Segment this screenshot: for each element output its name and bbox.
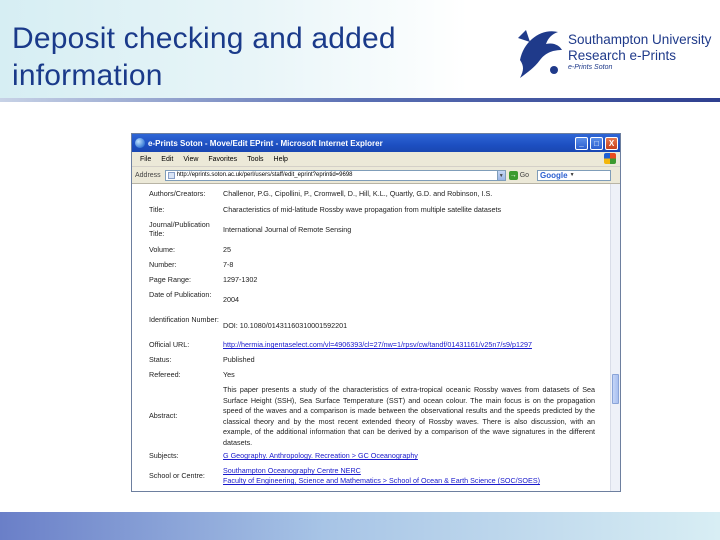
- slide-title-line1: Deposit checking and added: [12, 22, 396, 55]
- menu-edit[interactable]: Edit: [161, 156, 173, 163]
- address-input[interactable]: http://eprints.soton.ac.uk/perl/users/st…: [164, 169, 498, 181]
- dolphin-logo-icon: [518, 30, 562, 78]
- record-label: Number:: [149, 260, 177, 269]
- record-label: Identification Number:: [149, 315, 219, 324]
- record-value: DOI: 10.1080/01431160310001592201: [223, 321, 348, 330]
- record-value: Yes: [223, 370, 235, 379]
- record-label: Journal/Publication Title:: [149, 220, 210, 238]
- record-value: Challenor, P.G., Cipollini, P., Cromwell…: [223, 189, 493, 198]
- go-arrow-icon: →: [508, 170, 518, 180]
- close-button[interactable]: X: [605, 136, 618, 150]
- slide-title: Deposit checking and added information: [12, 20, 482, 94]
- school-link-1[interactable]: Southampton Oceanography Centre NERC: [223, 466, 595, 475]
- menu-help[interactable]: Help: [274, 156, 288, 163]
- google-dropdown-icon[interactable]: ▼: [570, 172, 575, 178]
- window-title: e-Prints Soton - Move/Edit EPrint - Micr…: [148, 138, 383, 148]
- google-logo: Google: [538, 171, 568, 180]
- browser-window: e-Prints Soton - Move/Edit EPrint - Micr…: [131, 133, 621, 492]
- record-value: 1297-1302: [223, 275, 258, 284]
- address-bar: Address http://eprints.soton.ac.uk/perl/…: [132, 167, 620, 184]
- official-url-link[interactable]: http://hermia.ingentaselect.com/vl=49063…: [223, 340, 595, 349]
- logo-text-line3: e-Prints Soton: [568, 64, 613, 71]
- google-text: Google: [540, 170, 568, 180]
- header-divider: [0, 98, 720, 102]
- address-url: http://eprints.soton.ac.uk/perl/users/st…: [176, 172, 353, 178]
- record-value: 7-8: [223, 260, 234, 269]
- menu-favorites[interactable]: Favorites: [208, 156, 237, 163]
- slide-title-line2: information: [12, 59, 163, 92]
- windows-flag-icon: [604, 153, 616, 164]
- school-link-2[interactable]: Faculty of Engineering, Science and Math…: [223, 476, 595, 485]
- university-logo: Southampton University Research e-Prints…: [512, 20, 717, 84]
- subject-link[interactable]: G Geography. Anthropology. Recreation > …: [223, 451, 595, 460]
- go-button[interactable]: → Go: [508, 170, 530, 180]
- menu-bar: File Edit View Favorites Tools Help: [132, 152, 620, 167]
- google-search-box[interactable]: Google ▼: [537, 169, 612, 181]
- address-dropdown-icon[interactable]: ▼: [497, 169, 506, 181]
- maximize-button[interactable]: □: [590, 136, 603, 150]
- record-label: Abstract:: [149, 411, 178, 420]
- record-label: Subjects:: [149, 451, 179, 460]
- record-value: 2004: [223, 295, 239, 304]
- record-content: Authors/Creators: Challenor, P.G., Cipol…: [132, 184, 610, 491]
- minimize-button[interactable]: _: [575, 136, 588, 150]
- logo-text-line2: Research e-Prints: [568, 48, 677, 63]
- logo-text-line1: Southampton University: [568, 32, 712, 47]
- ie-icon: [135, 138, 145, 148]
- record-label: Page Range:: [149, 275, 191, 284]
- scrollbar-thumb[interactable]: [612, 374, 619, 404]
- record-label: Title:: [149, 205, 165, 214]
- menu-tools[interactable]: Tools: [247, 156, 263, 163]
- record-label: Date of Publication:: [149, 290, 212, 299]
- record-label: School or Centre:: [149, 471, 205, 480]
- vertical-scrollbar[interactable]: [610, 184, 620, 491]
- menu-view[interactable]: View: [183, 156, 198, 163]
- record-value: 25: [223, 245, 231, 254]
- browser-titlebar: e-Prints Soton - Move/Edit EPrint - Micr…: [132, 134, 620, 152]
- menu-file[interactable]: File: [140, 156, 151, 163]
- address-label: Address: [135, 171, 161, 179]
- go-label: Go: [519, 171, 530, 179]
- slide-footer-bar: [0, 512, 720, 540]
- record-label: Official URL:: [149, 340, 190, 349]
- record-value: International Journal of Remote Sensing: [223, 225, 352, 234]
- page-icon: [167, 171, 175, 179]
- record-label: Volume:: [149, 245, 175, 254]
- record-label: Status:: [149, 355, 172, 364]
- record-value: Characteristics of mid-latitude Rossby w…: [223, 205, 502, 214]
- abstract-text: This paper presents a study of the chara…: [223, 385, 595, 447]
- record-label: Authors/Creators:: [149, 189, 206, 198]
- record-label: Refereed:: [149, 370, 181, 379]
- record-value: Published: [223, 355, 255, 364]
